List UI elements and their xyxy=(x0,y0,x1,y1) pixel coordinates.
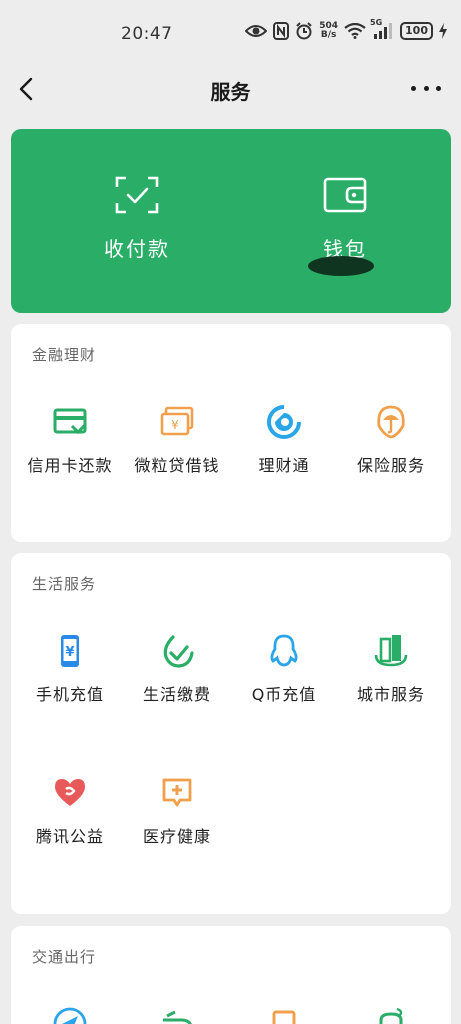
life-section: 生活服务 ¥ 手机充值 生活缴费 Q币充值 城市服务 腾讯公益 医疗健康 xyxy=(11,553,451,914)
status-bar: 20:47 504 B/s 5G 100 xyxy=(0,0,461,66)
city-buildings-icon xyxy=(374,635,408,667)
net-speed-unit: B/s xyxy=(320,30,337,40)
credit-card-repay-button[interactable]: 信用卡还款 xyxy=(15,404,125,476)
cash-icon: ¥ xyxy=(160,406,194,436)
phone-recharge-icon: ¥ xyxy=(61,635,79,667)
mobile-recharge-label: 手机充值 xyxy=(35,685,104,704)
credit-card-icon xyxy=(53,408,87,435)
nfc-icon xyxy=(273,22,290,40)
section-title-life: 生活服务 xyxy=(32,575,97,593)
tencent-charity-label: 腾讯公益 xyxy=(35,827,104,846)
utility-bills-button[interactable]: 生活缴费 xyxy=(122,633,232,705)
more-dot xyxy=(436,85,441,91)
bus-icon xyxy=(272,1010,296,1024)
tencent-charity-button[interactable]: 腾讯公益 xyxy=(15,775,125,847)
wifi-icon xyxy=(344,23,366,39)
section-title-finance: 金融理财 xyxy=(32,346,97,364)
transport-item[interactable] xyxy=(336,1006,446,1024)
pay-receive-label: 收付款 xyxy=(104,237,170,261)
pay-receive-button[interactable]: 收付款 xyxy=(57,175,217,262)
mobile-recharge-button[interactable]: ¥ 手机充值 xyxy=(15,633,125,705)
transport-item[interactable] xyxy=(229,1006,339,1024)
wealth-management-button[interactable]: 理财通 xyxy=(229,404,339,476)
net-speed: 504 B/s xyxy=(319,22,338,40)
cell-signal-icon: 5G xyxy=(370,18,394,40)
city-services-label: 城市服务 xyxy=(356,685,425,704)
umbrella-shield-icon xyxy=(377,405,405,439)
hotel-icon xyxy=(379,1007,403,1024)
status-icons: 504 B/s 5G 100 xyxy=(245,18,447,40)
eye-icon xyxy=(245,23,268,39)
alarm-icon xyxy=(295,22,313,40)
weilidai-loan-button[interactable]: ¥ 微粒贷借钱 xyxy=(122,404,232,476)
finance-section: 金融理财 信用卡还款 ¥ 微粒贷借钱 理财通 保险服务 xyxy=(11,324,451,542)
svg-text:¥: ¥ xyxy=(65,645,74,660)
more-dot xyxy=(411,85,416,91)
city-services-button[interactable]: 城市服务 xyxy=(336,633,446,705)
heart-icon xyxy=(55,779,85,806)
transport-item[interactable] xyxy=(122,1006,232,1024)
status-time: 20:47 xyxy=(121,24,173,44)
transport-item[interactable] xyxy=(15,1006,125,1024)
insurance-label: 保险服务 xyxy=(356,456,425,475)
medical-health-label: 医疗健康 xyxy=(142,827,211,846)
wallet-icon xyxy=(323,177,367,213)
more-button[interactable] xyxy=(411,76,441,100)
more-dot xyxy=(423,85,429,91)
insurance-button[interactable]: 保险服务 xyxy=(336,404,446,476)
train-icon xyxy=(163,1010,192,1024)
section-title-transport: 交通出行 xyxy=(32,948,97,966)
medical-health-button[interactable]: 医疗健康 xyxy=(122,775,232,847)
nav-bar: 服务 xyxy=(0,62,461,116)
wallet-button[interactable]: 钱包 xyxy=(265,175,425,262)
transport-section: 交通出行 xyxy=(11,926,451,1024)
medical-plus-icon xyxy=(162,778,192,807)
svg-text:¥: ¥ xyxy=(171,418,179,432)
signal-label: 5G xyxy=(370,18,383,27)
credit-card-repay-label: 信用卡还款 xyxy=(27,456,113,475)
utility-bills-label: 生活缴费 xyxy=(142,685,211,704)
battery-indicator: 100 xyxy=(400,22,433,40)
wealth-icon xyxy=(267,405,301,439)
q-coin-recharge-label: Q币充值 xyxy=(251,685,317,704)
page-title: 服务 xyxy=(210,80,251,104)
redacted-mark xyxy=(308,256,374,276)
wealth-management-label: 理财通 xyxy=(258,456,310,475)
charging-icon xyxy=(439,23,447,39)
weilidai-loan-label: 微粒贷借钱 xyxy=(134,456,220,475)
navigation-plane-icon xyxy=(53,1007,87,1024)
scan-pay-icon xyxy=(115,176,159,214)
top-service-card: 收付款 钱包 xyxy=(11,129,451,313)
qq-penguin-icon xyxy=(270,634,298,667)
q-coin-recharge-button[interactable]: Q币充值 xyxy=(229,633,339,705)
check-leaf-icon xyxy=(163,635,194,668)
